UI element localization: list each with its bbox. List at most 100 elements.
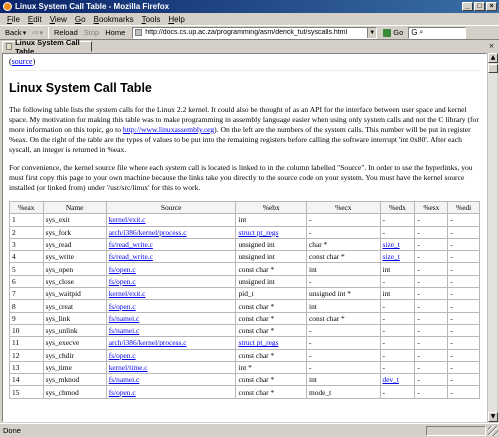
table-row: 12 sys_chdir fs/open.c const char * - - - -: [9, 348, 480, 362]
back-label: Back: [5, 28, 22, 37]
cell-edx: -: [379, 360, 416, 375]
maximize-icon[interactable]: □: [474, 2, 485, 11]
cell-edx: size_t: [379, 237, 416, 252]
cell-ebx: struct pt_regs: [235, 336, 308, 350]
cell-esx: -: [414, 385, 449, 399]
scroll-up-icon[interactable]: ▲: [488, 53, 498, 63]
cell-esx: -: [414, 250, 449, 264]
stop-label: Stop: [83, 28, 100, 37]
url-bar[interactable]: http://docs.cs.up.ac.za/programming/asm/…: [132, 26, 378, 39]
table-row: 11 sys_execve arch/i386/kernel/process.c st…: [9, 336, 480, 350]
cell-esx: -: [414, 225, 449, 239]
cell-edi: -: [447, 237, 480, 252]
source-link[interactable]: fs/open.c: [109, 265, 136, 274]
scroll-down-icon[interactable]: ▼: [488, 412, 498, 422]
cell-edi: -: [447, 373, 480, 387]
cell-esx: -: [414, 323, 449, 338]
menu-edit[interactable]: Edit: [24, 15, 46, 24]
cell-esx: -: [414, 287, 449, 301]
source-link[interactable]: kernel/exit.c: [109, 289, 146, 298]
cell-eax: 5: [9, 262, 44, 276]
cell-ebx: int: [235, 213, 308, 227]
cell-ebx: unsigned int: [235, 274, 308, 289]
vertical-scrollbar[interactable]: ▲ ▼: [487, 53, 498, 422]
horizontal-rule: [9, 70, 480, 71]
cell-ecx: -: [306, 213, 381, 227]
close-icon[interactable]: ×: [486, 2, 497, 11]
edx-link[interactable]: dev_t: [383, 375, 399, 384]
search-magnifier-icon: ⌕: [419, 28, 424, 36]
status-text: Done: [3, 426, 21, 435]
status-bar: Done: [0, 423, 499, 437]
table-row: 6 sys_close fs/open.c unsigned int - - - -: [9, 274, 480, 289]
minimize-icon[interactable]: _: [462, 2, 473, 11]
search-input[interactable]: G ⌕: [408, 26, 467, 39]
menu-view[interactable]: View: [46, 15, 71, 24]
tab-close-icon[interactable]: ×: [487, 42, 496, 51]
cell-edx: -: [379, 274, 416, 289]
column-header: %edi: [447, 200, 480, 215]
cell-source: kernel/exit.c: [105, 287, 237, 301]
cell-ebx: struct pt_regs: [235, 225, 308, 239]
scrollbar-thumb[interactable]: [488, 64, 498, 73]
cell-edx: -: [379, 385, 416, 399]
source-link[interactable]: kernel/exit.c: [109, 215, 146, 224]
source-link[interactable]: fs/namei.c: [109, 326, 140, 335]
source-link[interactable]: fs/namei.c: [109, 314, 140, 323]
source-link[interactable]: fs/open.c: [109, 302, 136, 311]
cell-name: sys_creat: [42, 299, 107, 313]
table-row: 4 sys_write fs/read_write.c unsigned int con…: [9, 250, 480, 264]
home-button[interactable]: Home: [102, 26, 128, 39]
go-button[interactable]: Go: [380, 27, 406, 39]
cell-name: sys_fork: [42, 225, 107, 239]
tab-linux-syscall-table[interactable]: Linux System Call Table: [2, 38, 92, 56]
search-engine-icon[interactable]: G: [411, 28, 417, 37]
edx-link[interactable]: size_t: [383, 240, 400, 249]
source-link[interactable]: source: [12, 57, 33, 66]
convenience-paragraph: For convenience, the kernel source file …: [9, 163, 473, 192]
cell-edx: int: [379, 287, 416, 301]
menu-go[interactable]: Go: [71, 15, 90, 24]
cell-source: fs/open.c: [105, 385, 237, 399]
source-link[interactable]: kernel/time.c: [109, 363, 148, 372]
cell-ebx: unsigned int: [235, 250, 308, 264]
source-link[interactable]: fs/read_write.c: [109, 240, 153, 249]
cell-esx: -: [414, 213, 449, 227]
source-link[interactable]: fs/open.c: [109, 277, 136, 286]
table-row: 1 sys_exit kernel/exit.c int - - - -: [9, 213, 480, 227]
source-link[interactable]: arch/i386/kernel/process.c: [109, 228, 187, 237]
cell-esx: -: [414, 336, 449, 350]
cell-edx: size_t: [379, 250, 416, 264]
source-link[interactable]: fs/open.c: [109, 388, 136, 397]
source-link[interactable]: fs/read_write.c: [109, 252, 153, 261]
table-row: 13 sys_time kernel/time.c int * - - - -: [9, 360, 480, 375]
ebx-link[interactable]: struct pt_regs: [238, 338, 278, 347]
reload-label: Reload: [54, 28, 78, 37]
resize-grip-icon[interactable]: [488, 425, 498, 436]
back-dropdown-icon[interactable]: ▾: [23, 29, 27, 37]
cell-ebx: const char *: [235, 373, 308, 387]
source-link[interactable]: arch/i386/kernel/process.c: [109, 338, 187, 347]
ebx-link[interactable]: struct pt_regs: [238, 228, 278, 237]
cell-edi: -: [447, 311, 480, 325]
cell-edi: -: [447, 213, 480, 227]
cell-esx: -: [414, 373, 449, 387]
url-dropdown-icon[interactable]: ▼: [367, 27, 377, 38]
cell-ecx: -: [306, 336, 381, 350]
forward-dropdown-icon[interactable]: ▾: [40, 29, 44, 37]
cell-esx: -: [414, 311, 449, 325]
url-text[interactable]: http://docs.cs.up.ac.za/programming/asm/…: [145, 29, 367, 36]
cell-name: sys_write: [42, 250, 107, 264]
source-link[interactable]: fs/open.c: [109, 351, 136, 360]
menu-tools[interactable]: Tools: [138, 15, 165, 24]
table-row: 7 sys_waitpid kernel/exit.c pid_t unsigned i…: [9, 287, 480, 301]
menu-bookmarks[interactable]: Bookmarks: [90, 15, 138, 24]
linuxassembly-link[interactable]: http://www.linuxassembly.org: [123, 125, 214, 134]
cell-ebx: int *: [235, 360, 308, 375]
edx-link[interactable]: size_t: [383, 252, 400, 261]
cell-ecx: const char *: [306, 250, 381, 264]
source-link[interactable]: fs/namei.c: [109, 375, 140, 384]
menu-help[interactable]: Help: [164, 15, 188, 24]
cell-edx: -: [379, 225, 416, 239]
menu-file[interactable]: File: [3, 15, 24, 24]
